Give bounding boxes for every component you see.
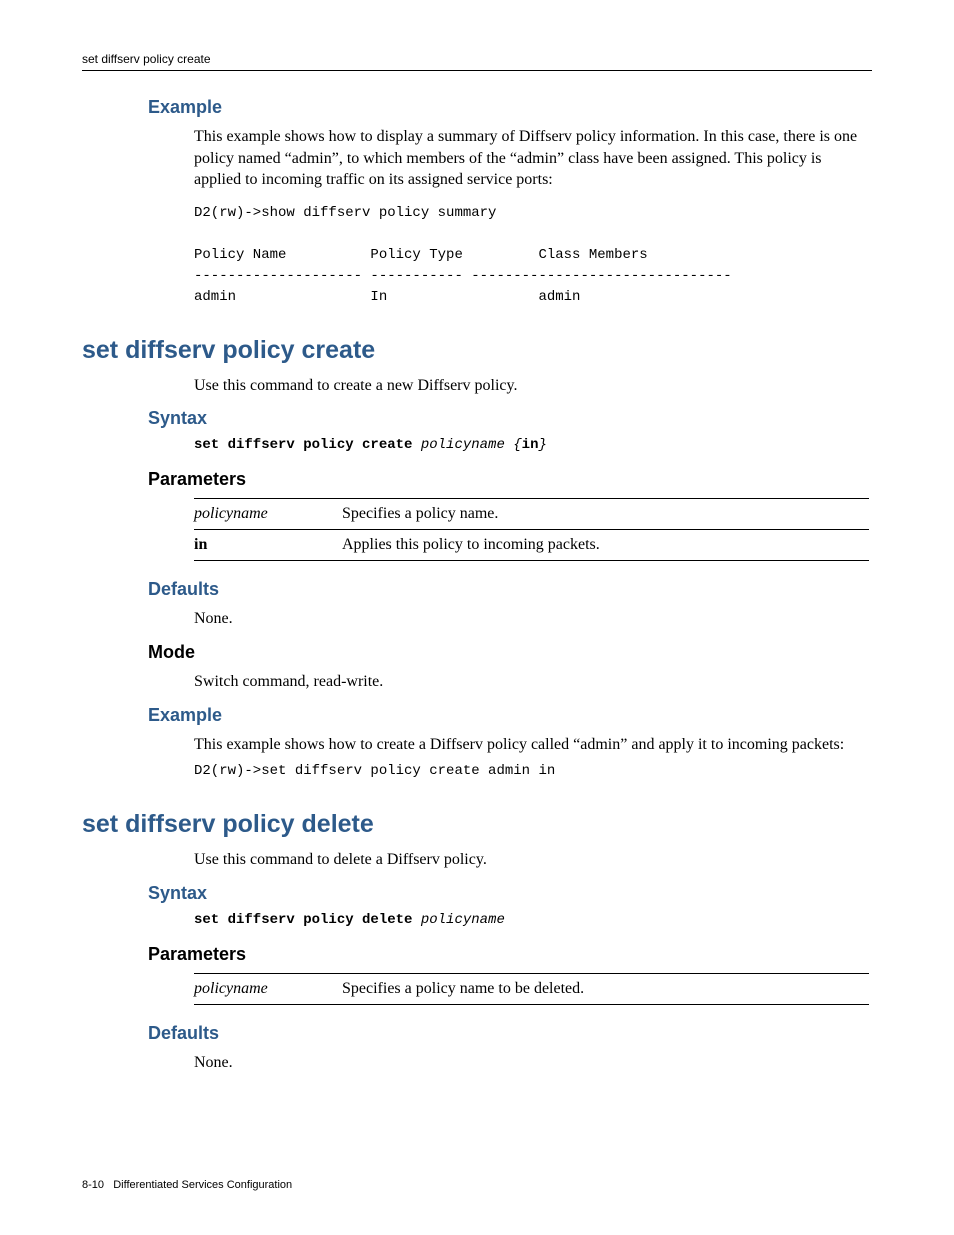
parameters-table: policyname Specifies a policy name to be…	[194, 973, 869, 1005]
syntax-brace-close: }	[538, 437, 546, 453]
heading-set-diffserv-policy-create: set diffserv policy create	[82, 336, 872, 365]
syntax-brace-open: {	[513, 437, 521, 453]
table-row: policyname Specifies a policy name to be…	[194, 973, 869, 1004]
syntax-command: set diffserv policy delete	[194, 912, 412, 928]
table-row: in Applies this policy to incoming packe…	[194, 530, 869, 561]
param-desc: Specifies a policy name to be deleted.	[342, 973, 869, 1004]
chapter-title: Differentiated Services Configuration	[113, 1179, 292, 1191]
heading-parameters: Parameters	[82, 469, 872, 490]
heading-example: Example	[82, 705, 872, 726]
param-name: in	[194, 530, 342, 561]
heading-syntax: Syntax	[82, 883, 872, 904]
example-paragraph: This example shows how to create a Diffs…	[82, 734, 872, 756]
heading-defaults: Defaults	[82, 1023, 872, 1044]
mode-value: Switch command, read‐write.	[82, 671, 872, 693]
param-name: policyname	[194, 499, 342, 530]
syntax-keyword: in	[522, 437, 539, 453]
intro-paragraph: Use this command to create a new Diffser…	[82, 375, 872, 397]
syntax-command: set diffserv policy create	[194, 437, 412, 453]
heading-parameters: Parameters	[82, 944, 872, 965]
heading-mode: Mode	[82, 642, 872, 663]
table-row: policyname Specifies a policy name.	[194, 499, 869, 530]
param-desc: Applies this policy to incoming packets.	[342, 530, 869, 561]
syntax-arg: policyname	[421, 912, 505, 928]
param-desc: Specifies a policy name.	[342, 499, 869, 530]
defaults-value: None.	[82, 608, 872, 630]
heading-syntax: Syntax	[82, 408, 872, 429]
page-number: 8-10	[82, 1179, 104, 1191]
heading-set-diffserv-policy-delete: set diffserv policy delete	[82, 810, 872, 839]
parameters-table: policyname Specifies a policy name. in A…	[194, 498, 869, 561]
running-header: set diffserv policy create	[82, 52, 872, 71]
page-footer: 8-10 Differentiated Services Configurati…	[82, 1179, 292, 1191]
heading-example: Example	[82, 97, 872, 118]
syntax-arg: policyname	[421, 437, 505, 453]
example-paragraph: This example shows how to display a summ…	[82, 126, 872, 191]
intro-paragraph: Use this command to delete a Diffserv po…	[82, 849, 872, 871]
defaults-value: None.	[82, 1052, 872, 1074]
param-name: policyname	[194, 973, 342, 1004]
heading-defaults: Defaults	[82, 579, 872, 600]
syntax-line: set diffserv policy create policyname {i…	[82, 437, 872, 453]
code-output: D2(rw)->show diffserv policy summary Pol…	[82, 203, 872, 308]
syntax-line: set diffserv policy delete policyname	[82, 912, 872, 928]
page: set diffserv policy create Example This …	[0, 0, 954, 1235]
code-output: D2(rw)->set diffserv policy create admin…	[82, 761, 872, 782]
